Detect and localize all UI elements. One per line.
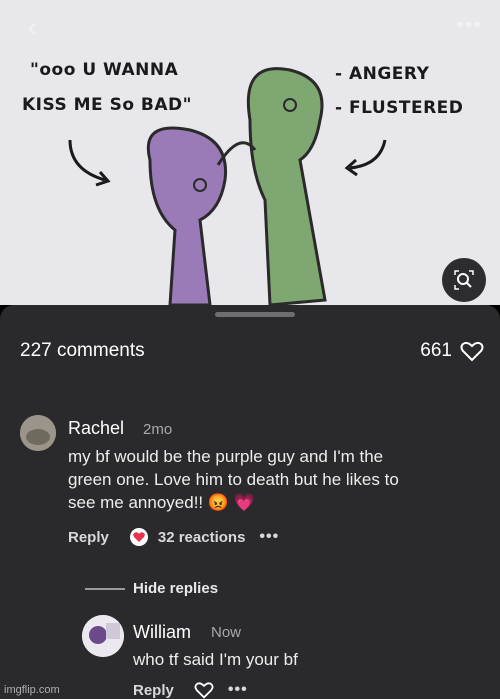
comment-text-line: green one. Love him to death but he like… <box>68 470 399 489</box>
avatar-image <box>82 615 124 657</box>
avatar-image <box>20 415 56 451</box>
search-lens-icon <box>454 270 474 290</box>
heart-icon[interactable] <box>194 681 214 699</box>
replies-divider <box>85 588 125 590</box>
comment-text: my bf would be the purple guy and I'm th… <box>68 445 488 514</box>
reply-more-icon[interactable]: ••• <box>228 681 248 699</box>
reply-actions: Reply ••• <box>133 681 248 699</box>
reply-text: who tf said I'm your bf <box>133 650 298 669</box>
artwork-quote-line1: "ooo U WANNA <box>30 60 179 80</box>
artwork-note-line2: - FLUSTERED <box>335 98 464 118</box>
sheet-drag-handle[interactable] <box>215 312 295 317</box>
likes-count: 661 <box>420 340 452 361</box>
post-image: "ooo U WANNA KISS ME So BAD" - ANGERY - … <box>0 0 500 305</box>
heart-reaction-icon <box>129 528 148 546</box>
reply-author[interactable]: William <box>133 622 191 643</box>
reactions-button[interactable]: 32 reactions <box>129 527 246 547</box>
more-options-icon[interactable]: ••• <box>456 12 482 38</box>
reply-button[interactable]: Reply <box>133 682 174 699</box>
avatar[interactable] <box>82 615 124 657</box>
back-button[interactable]: ‹ <box>28 12 37 43</box>
artwork-quote-line2: KISS ME So BAD" <box>22 95 193 115</box>
reply-time: Now <box>211 624 242 641</box>
reactions-count: 32 reactions <box>157 528 246 546</box>
artwork-illustration <box>68 67 387 305</box>
comments-header: 227 comments 661 <box>0 340 500 370</box>
comment-text-line: see me annoyed!! 😡 💗 <box>68 493 255 512</box>
comment-more-icon[interactable]: ••• <box>259 528 279 546</box>
visual-search-button[interactable] <box>442 258 486 302</box>
comment-author[interactable]: Rachel <box>68 418 124 439</box>
artwork-note-line1: - ANGERY <box>335 64 430 84</box>
likes-button[interactable]: 661 <box>420 340 484 362</box>
hide-replies-button[interactable]: Hide replies <box>133 580 218 597</box>
comments-count: 227 comments <box>20 340 145 361</box>
reply-button[interactable]: Reply <box>68 529 109 546</box>
comment-text-line: my bf would be the purple guy and I'm th… <box>68 447 384 466</box>
avatar[interactable] <box>20 415 56 451</box>
heart-icon <box>460 341 484 362</box>
comments-sheet: 227 comments 661 Rachel 2mo my bf would … <box>0 305 500 699</box>
comment-actions: Reply 32 reactions ••• <box>68 527 279 547</box>
comment-time: 2mo <box>143 421 173 438</box>
watermark: imgflip.com <box>4 684 60 696</box>
